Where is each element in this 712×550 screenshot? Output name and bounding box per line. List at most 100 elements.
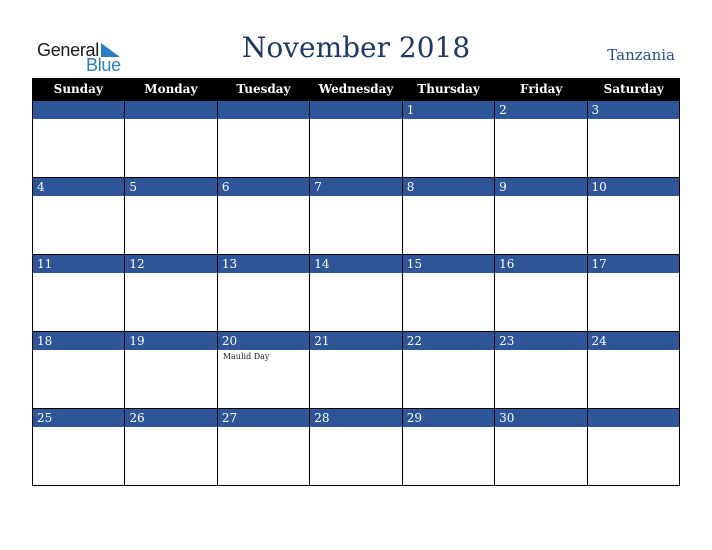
- week-row: 4 5 6 7 8 9 10: [32, 178, 680, 255]
- day-cell[interactable]: 16: [494, 255, 587, 332]
- date-number: 23: [495, 332, 587, 350]
- day-body: [402, 427, 495, 486]
- date-number: 30: [495, 409, 587, 427]
- day-cell[interactable]: 2: [494, 101, 587, 178]
- day-body: [125, 427, 217, 486]
- day-cell[interactable]: [124, 101, 217, 178]
- date-number: 18: [33, 332, 125, 350]
- day-cell[interactable]: 7: [309, 178, 402, 255]
- day-cell[interactable]: 6: [216, 178, 310, 255]
- day-cell[interactable]: 4: [32, 178, 125, 255]
- day-body: [587, 196, 679, 255]
- week-row: 18 19 20 Maulid Day 21 22 23 24: [32, 332, 680, 409]
- day-cell[interactable]: 25: [32, 409, 125, 486]
- weekday-saturday: Saturday: [603, 82, 664, 96]
- day-body: [125, 350, 217, 409]
- date-number: 25: [33, 409, 125, 427]
- day-body: [495, 119, 587, 178]
- day-cell[interactable]: 20 Maulid Day: [216, 332, 310, 409]
- day-body: [402, 196, 495, 255]
- day-body: [495, 350, 587, 409]
- day-body: [402, 350, 495, 409]
- day-cell[interactable]: 15: [401, 255, 495, 332]
- day-body: [33, 427, 125, 486]
- date-number: [310, 101, 402, 119]
- day-body: [33, 350, 125, 409]
- date-number: 3: [587, 101, 679, 119]
- day-cell[interactable]: 18: [32, 332, 125, 409]
- day-cell[interactable]: 14: [309, 255, 402, 332]
- day-body: [402, 273, 495, 332]
- day-body: Maulid Day: [217, 350, 310, 409]
- day-cell[interactable]: 8: [401, 178, 495, 255]
- day-body: [217, 427, 310, 486]
- weekday-wednesday: Wednesday: [318, 82, 394, 96]
- date-number: 8: [402, 178, 495, 196]
- day-body: [33, 119, 125, 178]
- date-number: 1: [402, 101, 495, 119]
- date-number: 2: [495, 101, 587, 119]
- date-number: 26: [125, 409, 217, 427]
- day-body: [310, 273, 402, 332]
- date-number: 9: [495, 178, 587, 196]
- day-cell[interactable]: 28: [309, 409, 402, 486]
- day-body: [495, 196, 587, 255]
- day-body: [125, 119, 217, 178]
- day-body: [587, 119, 679, 178]
- day-cell[interactable]: [216, 101, 310, 178]
- day-cell[interactable]: [309, 101, 402, 178]
- day-body: [310, 119, 402, 178]
- day-body: [587, 350, 679, 409]
- day-cell[interactable]: 9: [494, 178, 587, 255]
- country-label: Tanzania: [607, 46, 675, 64]
- date-number: 12: [125, 255, 217, 273]
- date-number: 28: [310, 409, 402, 427]
- day-cell[interactable]: 13: [216, 255, 310, 332]
- day-cell[interactable]: 1: [401, 101, 495, 178]
- day-body: [33, 196, 125, 255]
- calendar-title: November 2018: [241, 31, 471, 64]
- day-body: [310, 350, 402, 409]
- date-number: [217, 101, 310, 119]
- week-row: 11 12 13 14 15 16 17: [32, 255, 680, 332]
- date-number: 10: [587, 178, 679, 196]
- day-cell[interactable]: 24: [586, 332, 680, 409]
- weekday-sunday: Sunday: [53, 82, 103, 96]
- weekday-header-row: Sunday Monday Tuesday Wednesday Thursday…: [32, 78, 680, 101]
- date-number: 13: [217, 255, 310, 273]
- day-cell[interactable]: 30: [494, 409, 587, 486]
- day-body: [125, 273, 217, 332]
- date-number: [587, 409, 679, 427]
- day-cell[interactable]: 12: [124, 255, 217, 332]
- day-body: [217, 273, 310, 332]
- day-cell[interactable]: 19: [124, 332, 217, 409]
- week-row: 25 26 27 28 29 30: [32, 409, 680, 486]
- date-number: 24: [587, 332, 679, 350]
- day-cell[interactable]: [32, 101, 125, 178]
- date-number: [33, 101, 125, 119]
- day-cell[interactable]: 23: [494, 332, 587, 409]
- date-number: [125, 101, 217, 119]
- date-number: 15: [402, 255, 495, 273]
- day-body: [402, 119, 495, 178]
- day-cell[interactable]: 27: [216, 409, 310, 486]
- day-body: [217, 119, 310, 178]
- date-number: 20: [217, 332, 310, 350]
- day-cell[interactable]: 17: [586, 255, 680, 332]
- weekday-thursday: Thursday: [417, 82, 480, 96]
- day-cell[interactable]: 21: [309, 332, 402, 409]
- day-cell[interactable]: [586, 409, 680, 486]
- day-body: [310, 196, 402, 255]
- weekday-tuesday: Tuesday: [236, 82, 291, 96]
- weekday-monday: Monday: [144, 82, 198, 96]
- date-number: 19: [125, 332, 217, 350]
- day-cell[interactable]: 29: [401, 409, 495, 486]
- day-body: [310, 427, 402, 486]
- day-cell[interactable]: 10: [586, 178, 680, 255]
- day-cell[interactable]: 22: [401, 332, 495, 409]
- day-cell[interactable]: 11: [32, 255, 125, 332]
- day-cell[interactable]: 26: [124, 409, 217, 486]
- day-cell[interactable]: 3: [586, 101, 680, 178]
- day-cell[interactable]: 5: [124, 178, 217, 255]
- holiday-label: Maulid Day: [222, 352, 270, 361]
